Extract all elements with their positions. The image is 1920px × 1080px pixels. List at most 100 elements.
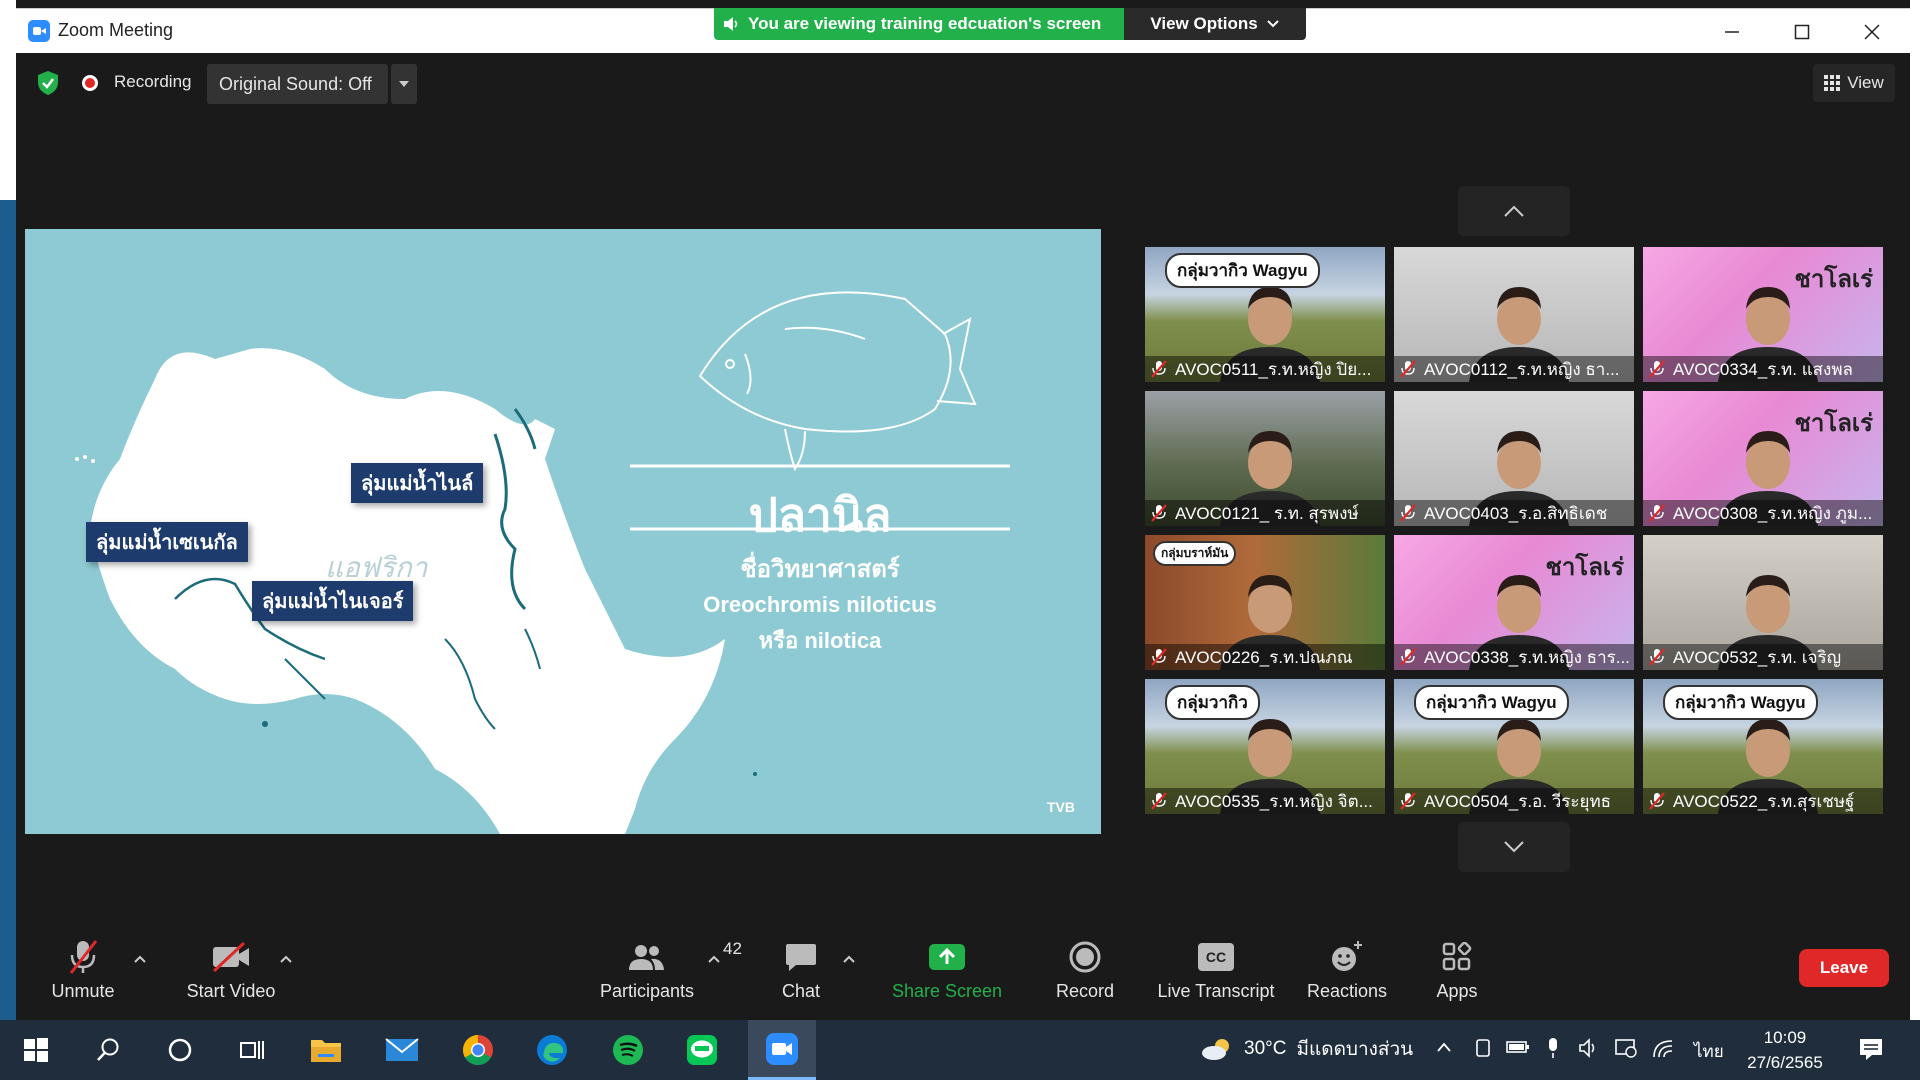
tray-volume-icon[interactable] xyxy=(1578,1038,1600,1063)
map-label-nile: ลุ่มแม่น้ำไนล์ xyxy=(351,463,484,503)
audio-options-caret[interactable] xyxy=(134,950,146,968)
zoom-taskbar-button[interactable] xyxy=(748,1020,816,1080)
start-button[interactable] xyxy=(6,1020,66,1080)
taskbar-clock[interactable]: 10:09 27/6/2565 xyxy=(1730,1025,1840,1075)
virtual-background-sign: ชาโลเร่ xyxy=(1794,266,1873,293)
participant-name-bar: AVOC0522_ร.ท.สุรเชษฐ์ xyxy=(1643,788,1883,814)
weather-widget[interactable]: 30°C มีแดดบางส่วน xyxy=(1200,1034,1413,1064)
participant-name: AVOC0334_ร.ท. แสงพล xyxy=(1673,359,1853,379)
input-language-indicator[interactable]: ไทย xyxy=(1694,1038,1724,1065)
gallery-scroll-down-button[interactable] xyxy=(1458,822,1570,872)
video-options-caret[interactable] xyxy=(280,950,292,968)
virtual-background-sign: กลุ่มวากิว xyxy=(1165,685,1260,720)
record-label: Record xyxy=(1055,981,1115,1001)
spotify-button[interactable] xyxy=(598,1020,658,1080)
participants-options-caret[interactable] xyxy=(708,950,720,968)
chat-button[interactable]: Chat xyxy=(766,933,836,1013)
reactions-label: Reactions xyxy=(1306,981,1388,1001)
participant-tile[interactable]: AVOC0121_ ร.ท. สุรพงษ์ xyxy=(1145,391,1385,526)
map-label-senegal: ลุ่มแม่น้ำเซเนกัล xyxy=(86,522,248,562)
participant-tile[interactable]: ชาโลเร่ AVOC0338_ร.ท.หญิง ธาร... xyxy=(1394,535,1634,670)
unmute-button[interactable]: Unmute xyxy=(38,933,128,1013)
show-hidden-icons-button[interactable] xyxy=(1436,1040,1452,1058)
original-sound-dropdown[interactable] xyxy=(391,64,417,104)
wifi-icon xyxy=(1653,1040,1673,1058)
view-options-button[interactable]: View Options xyxy=(1124,8,1306,40)
gallery-scroll-up-button[interactable] xyxy=(1458,186,1570,236)
minimize-button[interactable] xyxy=(1698,9,1766,54)
original-sound-button[interactable]: Original Sound: Off xyxy=(207,64,388,104)
virtual-background-sign: ชาโลเร่ xyxy=(1794,410,1873,437)
slide-scientific-name-alt: หรือ nilotica xyxy=(758,628,882,653)
participant-tile[interactable]: กลุ่มวากิว AVOC0535_ร.ท.หญิง จิต... xyxy=(1145,679,1385,814)
participant-tile[interactable]: กลุ่มวากิว Wagyu AVOC0511_ร.ท.หญิง ปิย... xyxy=(1145,247,1385,382)
unmute-label: Unmute xyxy=(51,981,115,1001)
mail-button[interactable] xyxy=(372,1020,432,1080)
participant-name-bar: AVOC0403_ร.อ.สิทธิเดช xyxy=(1394,500,1634,526)
view-layout-label: View xyxy=(1847,73,1884,92)
microphone-muted-icon xyxy=(1649,648,1665,666)
participant-name-bar: AVOC0511_ร.ท.หญิง ปิย... xyxy=(1145,356,1385,382)
participant-tile[interactable]: ชาโลเร่ AVOC0334_ร.ท. แสงพล xyxy=(1643,247,1883,382)
edge-button[interactable] xyxy=(522,1020,582,1080)
task-view-button[interactable] xyxy=(222,1020,282,1080)
file-explorer-button[interactable] xyxy=(296,1020,356,1080)
chrome-icon xyxy=(462,1035,493,1066)
participant-tile[interactable]: กลุ่มวากิว Wagyu AVOC0522_ร.ท.สุรเชษฐ์ xyxy=(1643,679,1883,814)
participant-tile[interactable]: AVOC0403_ร.อ.สิทธิเดช xyxy=(1394,391,1634,526)
chat-options-caret[interactable] xyxy=(843,950,855,968)
mail-icon xyxy=(385,1038,419,1061)
chrome-button[interactable] xyxy=(448,1020,508,1080)
window-title: Zoom Meeting xyxy=(58,20,174,40)
share-screen-icon xyxy=(929,944,965,970)
cortana-button[interactable] xyxy=(150,1020,210,1080)
search-button[interactable] xyxy=(78,1020,138,1080)
search-icon xyxy=(97,1038,119,1061)
tray-battery-icon[interactable] xyxy=(1506,1040,1530,1059)
close-button[interactable] xyxy=(1838,9,1906,54)
participant-tile[interactable]: กลุ่มวากิว Wagyu AVOC0504_ร.อ. วีระยุทธ xyxy=(1394,679,1634,814)
map-label-africa: แอฟริกา xyxy=(325,552,428,583)
participant-name: AVOC0532_ร.ท. เจริญ xyxy=(1673,647,1842,667)
record-button[interactable]: Record xyxy=(1040,933,1130,1013)
tray-network-icon[interactable] xyxy=(1614,1038,1638,1063)
screen-share-banner: You are viewing training edcuation's scr… xyxy=(714,8,1124,40)
apps-icon xyxy=(1442,942,1472,971)
microphone-muted-icon xyxy=(1649,792,1665,810)
caret-up-icon xyxy=(708,955,720,963)
weather-description: มีแดดบางส่วน xyxy=(1296,1039,1414,1060)
view-layout-button[interactable]: View xyxy=(1813,64,1895,102)
recording-label: Recording xyxy=(114,72,192,91)
notification-center-button[interactable] xyxy=(1858,1036,1884,1067)
participant-tile[interactable]: AVOC0112_ร.ท.หญิง ธา... xyxy=(1394,247,1634,382)
desktop-background-right xyxy=(1910,0,1920,1020)
tray-microphone-icon[interactable] xyxy=(1546,1037,1560,1064)
leave-meeting-button[interactable]: Leave xyxy=(1799,949,1889,987)
maximize-button[interactable] xyxy=(1768,9,1836,54)
security-shield-icon[interactable] xyxy=(36,70,60,96)
weather-temperature: 30°C xyxy=(1244,1038,1287,1059)
slide-scientific-heading: ชื่อวิทยาศาสตร์ xyxy=(740,556,900,583)
virtual-background-sign: กลุ่มวากิว Wagyu xyxy=(1663,685,1818,720)
clock-date: 27/6/2565 xyxy=(1747,1053,1823,1072)
share-screen-button[interactable]: Share Screen xyxy=(882,933,1012,1013)
participant-name-bar: AVOC0535_ร.ท.หญิง จิต... xyxy=(1145,788,1385,814)
participant-tile[interactable]: กลุ่มบราห์มัน AVOC0226_ร.ท.ปณภณ xyxy=(1145,535,1385,670)
live-transcript-button[interactable]: CC Live Transcript xyxy=(1146,933,1286,1013)
spotify-icon xyxy=(613,1035,643,1065)
tray-wifi-icon[interactable] xyxy=(1652,1037,1676,1064)
start-video-button[interactable]: Start Video xyxy=(166,933,296,1013)
participant-tile[interactable]: ชาโลเร่ AVOC0308_ร.ท.หญิง ภูม... xyxy=(1643,391,1883,526)
participant-tile[interactable]: AVOC0532_ร.ท. เจริญ xyxy=(1643,535,1883,670)
participant-name: AVOC0522_ร.ท.สุรเชษฐ์ xyxy=(1673,791,1855,811)
start-video-label: Start Video xyxy=(186,981,276,1001)
live-transcript-label: Live Transcript xyxy=(1157,981,1275,1001)
partly-sunny-icon xyxy=(1202,1039,1229,1060)
apps-button[interactable]: Apps xyxy=(1422,933,1492,1013)
participants-button[interactable]: 42 Participants xyxy=(582,933,742,1013)
reactions-button[interactable]: Reactions xyxy=(1292,933,1402,1013)
tray-device-icon[interactable] xyxy=(1474,1038,1492,1063)
virtual-background-sign: กลุ่มวากิว Wagyu xyxy=(1414,685,1569,720)
caret-up-icon xyxy=(280,955,292,963)
line-app-button[interactable] xyxy=(672,1020,732,1080)
